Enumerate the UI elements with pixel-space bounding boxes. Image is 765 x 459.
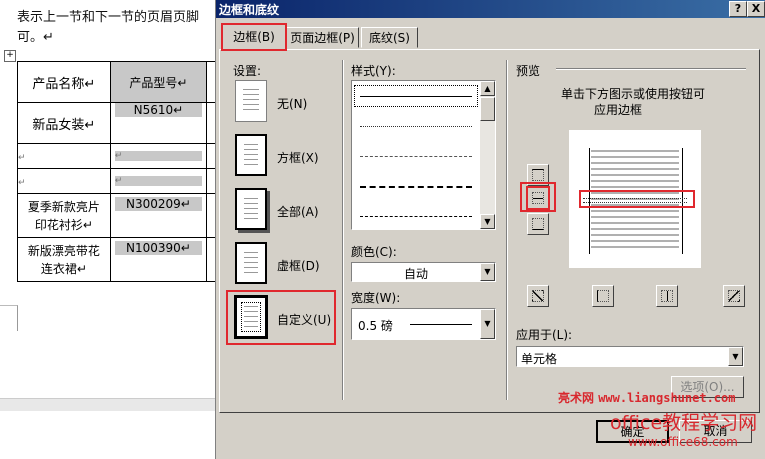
apply-to-select[interactable]: 单元格 ▼ xyxy=(516,346,744,367)
scroll-up-icon[interactable]: ▲ xyxy=(480,81,495,96)
preview-label: 预览 xyxy=(516,64,541,78)
inside-vertical-button[interactable] xyxy=(656,285,678,307)
close-button[interactable]: X xyxy=(747,1,765,17)
product-table: 产品名称↵ 产品型号↵ 新品女装↵ N5610↵ ↵ ↵ ↵ ↵ 夏季新款亮片印… xyxy=(17,61,215,282)
width-select[interactable]: 0.5 磅 ▼ xyxy=(351,308,496,340)
table-cell[interactable]: ↵ xyxy=(17,143,111,169)
left-border-button[interactable] xyxy=(592,285,614,307)
left-border-icon xyxy=(597,290,609,302)
watermark-brand-url: www.office68.com xyxy=(628,435,738,449)
preview-hint-1: 单击下方图示或使用按钮可 xyxy=(561,87,706,101)
setting-box-label[interactable]: 方框(X) xyxy=(277,149,319,166)
table-cell[interactable] xyxy=(206,193,215,238)
diagonal-up-button[interactable] xyxy=(527,285,549,307)
scroll-down-icon[interactable]: ▼ xyxy=(480,214,495,229)
watermark-brand: office教程学习网 xyxy=(610,412,758,434)
style-line-dashed[interactable] xyxy=(360,186,472,188)
table-row: 产品名称↵ 产品型号↵ xyxy=(17,61,215,103)
table-cell[interactable] xyxy=(206,143,215,169)
separator xyxy=(506,60,508,400)
preview-area[interactable] xyxy=(569,130,701,268)
style-line-dashed-fine[interactable] xyxy=(360,156,472,157)
table-row: ↵ ↵ xyxy=(17,168,215,194)
setting-custom-icon[interactable] xyxy=(235,296,267,338)
chevron-down-icon[interactable]: ▼ xyxy=(728,347,743,366)
chevron-down-icon[interactable]: ▼ xyxy=(480,263,495,281)
style-line-dash-dot[interactable] xyxy=(360,216,472,217)
table-cell[interactable] xyxy=(206,61,215,103)
setting-none-icon[interactable] xyxy=(235,80,267,122)
help-button[interactable]: ? xyxy=(729,1,747,17)
color-label: 颜色(C): xyxy=(351,245,397,259)
diagonal-up-icon xyxy=(532,290,544,302)
scroll-thumb[interactable] xyxy=(480,97,495,121)
table-cell[interactable] xyxy=(206,102,215,144)
width-line-sample xyxy=(410,324,472,325)
diagonal-down-button[interactable] xyxy=(723,285,745,307)
doc-text-line-1: 表示上一节和下一节的页眉页脚 xyxy=(17,10,200,25)
setting-grid-icon[interactable] xyxy=(235,242,267,284)
style-line-solid[interactable] xyxy=(360,96,472,97)
tab-borders[interactable]: 边框(B) xyxy=(221,23,287,51)
table-cell[interactable] xyxy=(206,237,215,282)
style-scrollbar[interactable]: ▲ ▼ xyxy=(480,81,495,229)
table-cell[interactable] xyxy=(206,168,215,194)
style-label: 样式(Y): xyxy=(351,64,396,78)
separator xyxy=(342,60,344,400)
setting-grid-label[interactable]: 虚框(D) xyxy=(277,257,320,274)
chevron-down-icon[interactable]: ▼ xyxy=(480,309,495,339)
width-value: 0.5 磅 xyxy=(358,319,393,333)
apply-to-value: 单元格 xyxy=(521,352,558,366)
setting-custom-label[interactable]: 自定义(U) xyxy=(277,311,331,328)
table-row: ↵ ↵ xyxy=(17,143,215,169)
table-move-handle[interactable]: + xyxy=(4,50,16,62)
setting-none-label[interactable]: 无(N) xyxy=(277,95,307,112)
preview-middle-highlight xyxy=(579,190,695,208)
settings-label: 设置: xyxy=(233,64,262,78)
setting-box-icon[interactable] xyxy=(235,134,267,176)
table-cell[interactable]: 新版漂亮带花连衣裙↵ xyxy=(17,237,111,282)
tab-page-border[interactable]: 页面边框(P) xyxy=(286,27,359,48)
width-label: 宽度(W): xyxy=(351,291,401,305)
watermark-site: 亮术网 www.liangshunet.com xyxy=(558,391,736,405)
top-border-icon xyxy=(532,169,544,181)
style-listbox[interactable]: ▲ ▼ xyxy=(351,80,496,230)
style-line-dotted[interactable] xyxy=(360,126,472,127)
dialog-titlebar[interactable]: 边框和底纹 ? X xyxy=(216,0,765,18)
color-value: 自动 xyxy=(403,267,428,281)
table-cell[interactable]: 夏季新款亮片印花衬衫↵ xyxy=(17,193,111,238)
page-corner xyxy=(0,305,18,331)
table-row: 新版漂亮带花连衣裙↵ N100390↵ xyxy=(17,237,215,282)
preview-rule xyxy=(556,68,746,70)
top-border-button[interactable] xyxy=(527,164,549,186)
table-cell[interactable]: 产品名称↵ xyxy=(17,61,111,103)
table-row: 新品女装↵ N5610↵ xyxy=(17,102,215,144)
color-select[interactable]: 自动 ▼ xyxy=(351,262,496,282)
inside-horizontal-highlight xyxy=(520,182,556,212)
bottom-border-button[interactable] xyxy=(527,213,549,235)
word-document: 表示上一节和下一节的页眉页脚 可。↵ + 产品名称↵ 产品型号↵ 新品女装↵ N… xyxy=(0,0,215,459)
setting-all-icon[interactable] xyxy=(235,188,267,230)
table-row: 夏季新款亮片印花衬衫↵ N300209↵ xyxy=(17,193,215,238)
diagonal-down-icon xyxy=(728,290,740,302)
tab-shading[interactable]: 底纹(S) xyxy=(361,27,418,48)
table-cell[interactable]: ↵ xyxy=(17,168,111,194)
table-cell[interactable]: 产品型号↵ xyxy=(109,61,208,103)
setting-all-label[interactable]: 全部(A) xyxy=(277,203,319,220)
apply-to-label: 应用于(L): xyxy=(516,328,573,342)
dialog-title: 边框和底纹 xyxy=(219,3,280,17)
preview-hint-2: 应用边框 xyxy=(594,103,643,117)
table-cell[interactable]: ↵ xyxy=(109,143,208,169)
inside-vertical-icon xyxy=(661,290,673,302)
table-cell[interactable]: ↵ xyxy=(109,168,208,194)
doc-text-line-2: 可。↵ xyxy=(17,30,54,45)
table-cell[interactable]: N5610↵ xyxy=(109,102,208,144)
table-cell[interactable]: N100390↵ xyxy=(109,237,208,282)
status-strip xyxy=(0,398,215,411)
bottom-border-icon xyxy=(532,218,544,230)
table-cell[interactable]: 新品女装↵ xyxy=(17,102,111,144)
table-cell[interactable]: N300209↵ xyxy=(109,193,208,238)
